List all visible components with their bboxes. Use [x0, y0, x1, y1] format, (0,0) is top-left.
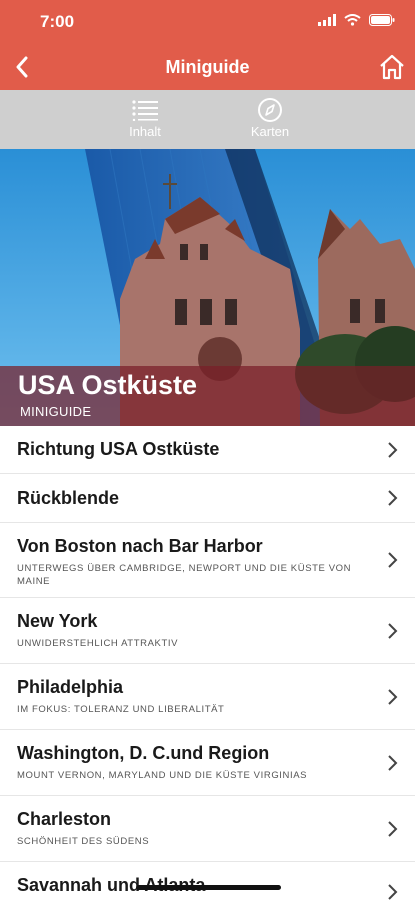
chapter-list: Richtung USA Ostküste Rückblende Von Bos…: [0, 426, 415, 922]
list-item[interactable]: New York UNWIDERSTEHLICH ATTRAKTIV: [0, 598, 415, 664]
list-icon: [132, 100, 158, 121]
chevron-right-icon: [388, 820, 398, 837]
compass-icon: [258, 98, 282, 122]
page-title: Miniguide: [165, 57, 250, 77]
toolbar: Inhalt Karten: [0, 90, 415, 149]
chevron-right-icon: [388, 884, 398, 900]
status-time: 7:00: [40, 12, 75, 31]
list-item[interactable]: Savannah und Atlanta: [0, 862, 415, 922]
nav-bar: Miniguide: [0, 44, 415, 90]
hero-title: USA Ostküste: [18, 370, 198, 400]
list-item[interactable]: Von Boston nach Bar Harbor UNTERWEGS ÜBE…: [0, 523, 415, 598]
status-bar: 7:00: [0, 0, 415, 44]
chevron-right-icon: [388, 688, 398, 705]
list-item-subtitle: IM FOKUS: TOLERANZ UND LIBERALITÄT: [17, 704, 225, 715]
home-button[interactable]: [377, 52, 407, 82]
list-item-title: New York: [17, 611, 98, 631]
home-indicator[interactable]: [136, 885, 281, 890]
list-item-subtitle: MOUNT VERNON, MARYLAND UND DIE KÜSTE VIR…: [17, 770, 308, 781]
chevron-right-icon: [388, 622, 398, 639]
list-item-title: Washington, D. C.und Region: [17, 743, 270, 763]
list-item[interactable]: Charleston SCHÖNHEIT DES SÜDENS: [0, 796, 415, 862]
chevron-right-icon: [388, 552, 398, 568]
tab-karten-label: Karten: [250, 124, 290, 139]
tab-inhalt-label: Inhalt: [129, 124, 161, 139]
chevron-right-icon: [388, 441, 398, 458]
list-item[interactable]: Philadelphia IM FOKUS: TOLERANZ UND LIBE…: [0, 664, 415, 730]
list-item[interactable]: Rückblende: [0, 474, 415, 523]
list-item-subtitle: SCHÖNHEIT DES SÜDENS: [17, 836, 150, 847]
list-item-subtitle: UNWIDERSTEHLICH ATTRAKTIV: [17, 638, 179, 649]
home-icon: [380, 54, 404, 80]
list-item-title: Von Boston nach Bar Harbor: [17, 536, 263, 556]
hero-banner: USA Ostküste MINIGUIDE: [0, 366, 415, 426]
list-item-title: Rückblende: [17, 488, 120, 508]
list-item[interactable]: Washington, D. C.und Region MOUNT VERNON…: [0, 730, 415, 796]
list-item-title: Philadelphia: [17, 677, 124, 697]
status-icons: [318, 14, 395, 26]
list-item-title: Charleston: [17, 809, 112, 829]
chevron-right-icon: [388, 754, 398, 771]
tab-karten[interactable]: Karten: [230, 96, 310, 139]
hero-image: USA Ostküste MINIGUIDE: [0, 149, 415, 426]
signal-icon: [318, 14, 336, 26]
wifi-icon: [344, 14, 361, 26]
tab-inhalt[interactable]: Inhalt: [105, 96, 185, 139]
chevron-right-icon: [388, 490, 398, 506]
list-item[interactable]: Richtung USA Ostküste: [0, 426, 415, 474]
list-item-subtitle: UNTERWEGS ÜBER CAMBRIDGE, NEWPORT UND DI…: [17, 563, 352, 587]
hero-subtitle: MINIGUIDE: [20, 404, 92, 419]
battery-icon: [369, 14, 395, 26]
list-item-title: Richtung USA Ostküste: [17, 439, 220, 459]
